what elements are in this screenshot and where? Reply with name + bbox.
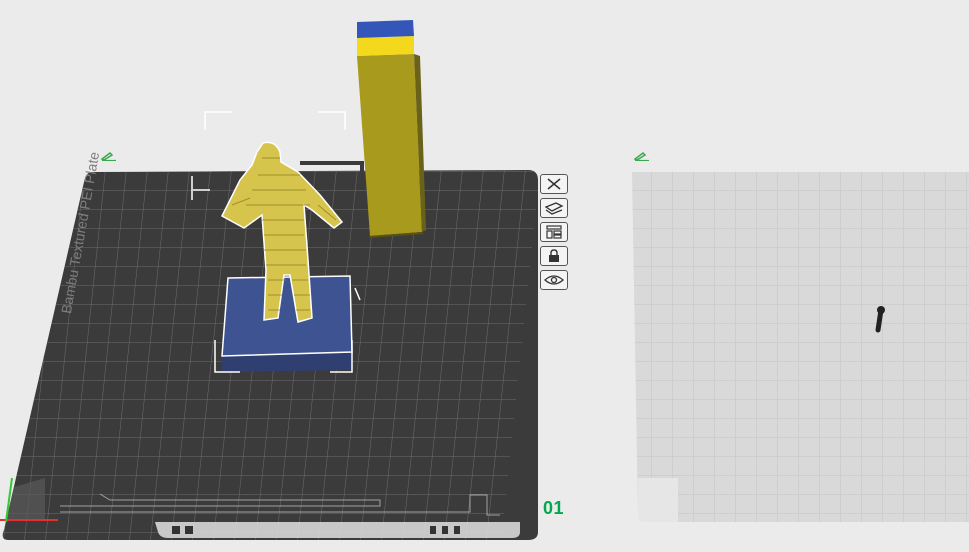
arrange-icon [546,225,562,239]
orient-plate-button[interactable] [540,198,568,218]
plate-settings-button[interactable] [540,270,568,290]
lock-plate-button[interactable] [540,246,568,266]
eye-icon [544,275,564,285]
3d-viewport[interactable] [0,0,969,552]
arrange-plate-button[interactable] [540,222,568,242]
plate-index-label: 01 [543,498,565,518]
close-icon [547,178,561,190]
delete-plate-button[interactable] [540,174,568,194]
edit-plate-2-name-icon[interactable] [633,148,651,166]
plate-toolbar [540,174,572,290]
edit-plate-name-icon[interactable] [100,148,118,166]
orient-icon [544,202,564,215]
plate-2[interactable] [620,168,969,528]
lock-icon [549,249,559,262]
base-block[interactable] [221,275,353,372]
